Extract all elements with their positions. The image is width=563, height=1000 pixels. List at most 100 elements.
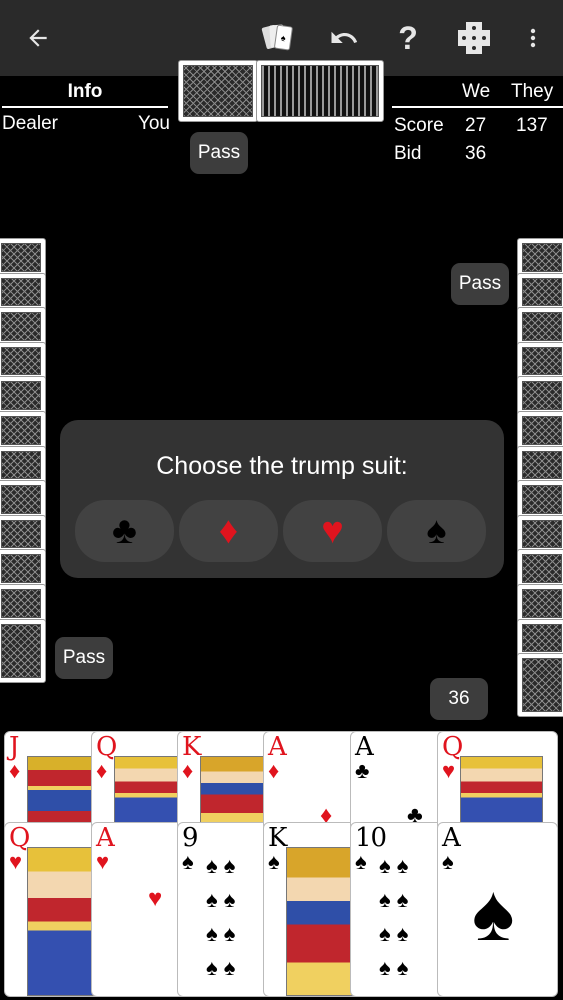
card-back [517,618,563,658]
card-back [0,549,46,588]
card-back [517,307,563,346]
dice-button[interactable] [452,16,496,60]
card-back [0,445,46,485]
card-rank: Q [9,823,30,853]
card-back [0,584,46,623]
center-pip-icon: ♠ [472,868,515,957]
card-back [517,653,563,718]
card-back [517,238,563,277]
bid-row: Bid 36 [392,140,563,168]
card-suit-icon: ♣ [355,758,370,783]
card-back [178,60,258,122]
card-back [517,272,563,312]
arrow-left-icon [29,29,47,47]
score-they: 137 [516,115,548,136]
card-back [0,514,46,554]
north-bid-pill: Pass [190,132,248,174]
hearts-button[interactable]: ♥ [283,500,382,562]
card-back [0,307,46,346]
clubs-button[interactable]: ♣ [75,500,174,562]
score-label: Score [394,115,444,136]
card-rank: A [96,823,115,853]
card-rank: 10 [355,823,387,853]
center-pip-icon: ♠ ♠ ♠ ♠ ♠ ♠ ♠ ♠ [206,853,236,980]
card-back [517,445,563,485]
help-icon: ? [398,19,418,56]
we-column-header: We [462,81,491,102]
card-suit-icon: ♥ [9,849,23,874]
trump-dialog: Choose the trump suit: ♣ ♦ ♥ ♠ [60,420,504,578]
card-suit-icon: ♥ [96,849,110,874]
score-panel: We They Score 27 137 Bid 36 [392,78,563,168]
bid-we: 36 [465,143,487,164]
card-back [0,272,46,312]
card-rank: K [182,732,201,762]
card-suit-icon: ♥ [442,758,456,783]
info-header: Info [2,78,168,108]
center-pip-icon: ♠ ♠ ♠ ♠ ♠ ♠ ♠ ♠ [379,853,409,980]
card-back [0,480,46,519]
card-suit-icon: ♠ [182,849,194,874]
card-suit-icon: ♠ [355,849,367,874]
court-card-art [460,756,543,830]
card-suit-icon: ♦ [182,758,194,783]
dealer-row: Dealer You [0,108,172,138]
card-suit-icon: ♦ [268,758,280,783]
card-back [0,618,46,683]
card-rank: Q [96,732,117,762]
card-back-stack [256,60,384,122]
dice-icon [458,22,490,54]
east-bid-pill: Pass [451,263,509,305]
card-suit-icon: ♠ [442,849,454,874]
they-column-header: They [511,81,554,102]
menu-button[interactable] [511,16,555,60]
more-vert-icon [530,28,536,48]
clubs-icon: ♣ [112,509,137,552]
card-suit-icon: ♦ [96,758,108,783]
west-bid-pill: Pass [55,637,113,679]
card-back [517,376,563,415]
deal-cards-button[interactable]: ♠ [256,16,300,60]
card-back [517,341,563,381]
spades-icon: ♠ [426,509,447,552]
diamonds-icon: ♦ [218,509,239,552]
top-row-card[interactable]: Q ♥ [437,731,558,831]
score-header: We They [392,78,563,108]
card-rank: J [9,732,19,762]
card-rank: A [442,823,461,853]
diamonds-button[interactable]: ♦ [179,500,278,562]
card-back [517,411,563,450]
dialog-title: Choose the trump suit: [156,452,408,480]
card-back [517,549,563,588]
info-panel: Info Dealer You [0,78,172,138]
south-bid-pill: 36 [430,678,488,720]
dealer-value: You [137,113,170,134]
card-suit-icon: ♠ [268,849,280,874]
help-button[interactable]: ? [386,16,430,60]
hearts-icon: ♥ [321,509,344,552]
cards-icon: ♠ [261,24,293,51]
bid-label: Bid [394,143,422,164]
card-back [517,514,563,554]
score-we: 27 [465,115,487,136]
card-rank: K [268,823,287,853]
card-back [0,238,46,277]
undo-icon [331,31,358,43]
card-rank: A [355,732,374,762]
spades-button[interactable]: ♠ [387,500,486,562]
card-back [517,480,563,519]
card-back [517,584,563,623]
undo-button[interactable] [322,16,366,60]
back-button[interactable] [16,16,60,60]
center-pip-icon: ♥ [148,885,163,912]
card-back [0,341,46,381]
card-back [0,376,46,415]
card-suit-icon: ♦ [9,758,21,783]
dealer-label: Dealer [2,113,58,134]
card-rank: Q [442,732,463,762]
bottom-row-card[interactable]: ♠ A ♠ [437,822,558,997]
card-rank: A [268,732,287,762]
card-rank: 9 [182,823,199,853]
card-back [0,411,46,450]
score-row: Score 27 137 [392,112,563,140]
